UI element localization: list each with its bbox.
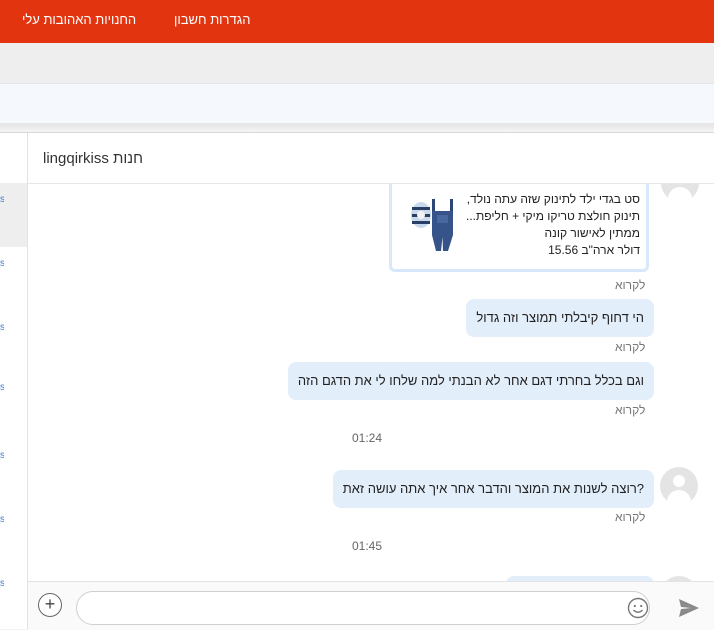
plus-icon[interactable]: + [38, 593, 62, 617]
list-marker: s [0, 451, 4, 461]
chat-title: חנות lingqirkiss [43, 150, 143, 167]
top-navigation-bar: החנויות האהובות עלי הגדרות חשבון [0, 0, 714, 43]
read-receipt: לקרוא [615, 278, 646, 292]
read-receipt: לקרוא [615, 403, 646, 417]
timestamp: 01:24 [352, 431, 383, 445]
list-marker: s [0, 579, 4, 589]
product-card[interactable]: סט בגדי ילד לתינוק שזה עתה נולד, תינוק ח… [389, 184, 649, 272]
message-bubble: ?רוצה לשנות את המוצר והדבר אחר איך אתה ע… [332, 470, 654, 508]
product-card-text: סט בגדי ילד לתינוק שזה עתה נולד, תינוק ח… [462, 191, 640, 259]
timestamp: 01:45 [352, 539, 383, 553]
nav-favorite-stores[interactable]: החנויות האהובות עלי [22, 12, 136, 27]
chat-window: s s s s s s s חנות lingqirkiss [0, 132, 714, 630]
nav-account-settings[interactable]: הגדרות חשבון [174, 12, 250, 27]
avatar [661, 184, 699, 202]
avatar [660, 467, 698, 505]
send-icon[interactable] [678, 598, 700, 618]
message-area[interactable]: סט בגדי ילד לתינוק שזה עתה נולד, תינוק ח… [28, 184, 714, 581]
message-bubble: וגם בכלל בחרתי דגם אחר לא הבנתי למה שלחו… [287, 362, 654, 400]
order-status: ממתין לאישור קונה [544, 226, 640, 240]
chat-header: חנות lingqirkiss [28, 133, 714, 184]
list-marker: s [0, 515, 4, 525]
subheader-band [0, 83, 714, 124]
conversation-selected[interactable] [0, 183, 27, 247]
read-receipt: לקרוא [615, 340, 646, 354]
read-receipt: לקרוא [615, 510, 646, 524]
list-marker: s [0, 259, 4, 269]
conversation-list[interactable]: s s s s s s s [0, 133, 28, 629]
list-marker: s [0, 323, 4, 333]
message-input[interactable] [76, 591, 650, 625]
list-marker: s [0, 195, 4, 205]
message-bubble: הי דחוף קיבלתי תמוצר וזה גדול [466, 299, 654, 337]
list-marker: s [0, 383, 4, 393]
product-title-line1: סט בגדי ילד לתינוק שזה עתה נולד, [466, 192, 640, 206]
product-thumbnail-image [411, 199, 453, 251]
emoji-icon[interactable] [627, 597, 649, 619]
product-title-line2: תינוק חולצת טריקו מיקי + חליפת... [465, 209, 640, 223]
message-composer: + [28, 581, 714, 630]
product-price: דולר ארה"ב 15.56 [548, 243, 640, 257]
toolbar-band [0, 43, 714, 83]
